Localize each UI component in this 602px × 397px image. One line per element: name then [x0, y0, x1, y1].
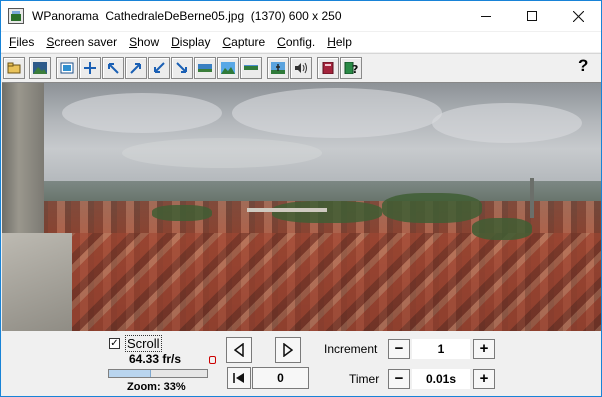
context-help-button[interactable]: ? — [578, 56, 588, 76]
move-icon — [84, 62, 96, 74]
landscape-icon — [221, 62, 235, 74]
zoom-progress-fill — [109, 370, 152, 377]
app-window: WPanorama CathedraleDeBerne05.jpg (1370)… — [0, 0, 602, 397]
fit-window-icon — [60, 62, 74, 74]
pano-roofs — [2, 233, 601, 331]
minimize-button[interactable] — [463, 1, 509, 31]
help-book-button[interactable]: ? — [340, 57, 362, 79]
menu-capture[interactable]: Capture — [216, 32, 271, 52]
fps-readout: 64.33 fr/s — [129, 352, 182, 366]
arrow-downright-button[interactable] — [171, 57, 193, 79]
picture-icon — [33, 62, 47, 74]
arrow-upleft-icon — [108, 63, 119, 74]
pano-spire — [530, 178, 534, 218]
zoom-progress — [108, 369, 208, 378]
sound-icon — [295, 62, 307, 74]
timer-minus-button[interactable]: − — [388, 369, 410, 389]
panorama-view-button[interactable] — [194, 57, 216, 79]
record-icon[interactable] — [209, 356, 216, 364]
picture-button[interactable] — [29, 57, 51, 79]
menu-bar: Files Screen saver Show Display Capture … — [1, 32, 601, 52]
pano-sky — [2, 83, 601, 193]
position-display: 0 — [252, 367, 309, 389]
menu-config[interactable]: Config. — [271, 32, 321, 52]
timer-label: Timer — [349, 372, 380, 386]
title-bar[interactable]: WPanorama CathedraleDeBerne05.jpg (1370)… — [1, 1, 601, 31]
timer-value[interactable]: 0.01s — [412, 369, 470, 389]
increment-plus-button[interactable]: + — [473, 339, 495, 359]
scroll-label[interactable]: Scroll — [125, 335, 162, 352]
open-file-icon — [7, 62, 21, 74]
svg-text:?: ? — [352, 63, 358, 74]
book-icon — [322, 62, 334, 74]
scroll-checkbox[interactable]: ✓ — [109, 338, 120, 349]
menu-screen-saver[interactable]: Screen saver — [40, 32, 123, 52]
toolbar: ? ? — [1, 53, 601, 81]
panorama-view-icon — [198, 64, 212, 72]
window-title: WPanorama CathedraleDeBerne05.jpg (1370)… — [32, 9, 342, 23]
arrow-upleft-button[interactable] — [102, 57, 124, 79]
landscape-button[interactable] — [217, 57, 239, 79]
app-icon[interactable] — [8, 8, 24, 24]
close-icon — [572, 10, 584, 22]
pano-bridge — [247, 208, 327, 212]
fit-window-button[interactable] — [56, 57, 78, 79]
scroll-left-button[interactable] — [226, 337, 252, 363]
scroll-right-button[interactable] — [275, 337, 301, 363]
go-start-button[interactable] — [227, 367, 251, 389]
flat-view-button[interactable] — [240, 57, 262, 79]
sound-button[interactable] — [290, 57, 312, 79]
increment-minus-button[interactable]: − — [388, 339, 410, 359]
arrow-upright-icon — [130, 63, 141, 74]
arrow-upright-button[interactable] — [125, 57, 147, 79]
help-book-icon: ? — [344, 62, 358, 74]
timer-plus-button[interactable]: + — [473, 369, 495, 389]
person-scene-icon — [271, 62, 285, 74]
menu-display[interactable]: Display — [165, 32, 216, 52]
menu-show[interactable]: Show — [123, 32, 165, 52]
triangle-right-icon — [283, 343, 293, 357]
triangle-left-icon — [234, 343, 244, 357]
arrow-downright-icon — [176, 62, 187, 73]
increment-value[interactable]: 1 — [412, 339, 470, 359]
menu-help[interactable]: Help — [321, 32, 358, 52]
maximize-button[interactable] — [509, 1, 555, 31]
arrow-downleft-button[interactable] — [148, 57, 170, 79]
menu-files[interactable]: Files — [3, 32, 40, 52]
open-file-button[interactable] — [3, 57, 25, 79]
close-button[interactable] — [555, 1, 601, 31]
zoom-readout: Zoom: 33% — [127, 381, 186, 393]
pano-tower — [2, 83, 72, 331]
panorama-image[interactable] — [2, 82, 601, 331]
minimize-icon — [481, 15, 491, 17]
arrow-downleft-icon — [154, 62, 165, 73]
person-scene-button[interactable] — [267, 57, 289, 79]
controls-panel: ✓ Scroll 64.33 fr/s Zoom: 33% 0 Incremen… — [1, 332, 601, 396]
maximize-icon — [527, 11, 537, 21]
book-button[interactable] — [317, 57, 339, 79]
move-button[interactable] — [79, 57, 101, 79]
flat-view-icon — [244, 65, 258, 70]
increment-label: Increment — [324, 342, 378, 356]
skip-start-icon — [233, 373, 244, 383]
